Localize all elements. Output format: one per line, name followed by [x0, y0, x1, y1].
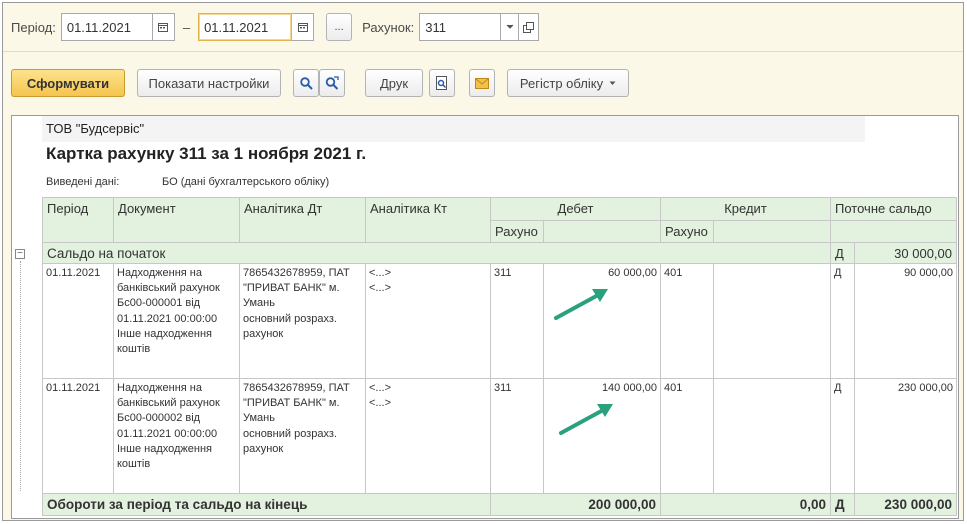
row2-document[interactable]: Надходження на банківський рахунок Бс00-00…	[114, 379, 240, 494]
search-button[interactable]	[293, 69, 319, 97]
register-menu-label: Регістр обліку	[519, 75, 604, 91]
calendar-from-button[interactable]	[152, 13, 175, 41]
row2-period: 01.11.2021	[42, 379, 114, 494]
date-to-input[interactable]: 01.11.2021	[198, 13, 293, 41]
col-header-balance: Поточне сальдо	[831, 197, 957, 221]
send-email-button[interactable]	[469, 69, 495, 97]
annotation-arrow-icon	[554, 289, 608, 320]
col-header-debit-account: Рахуно	[491, 221, 544, 243]
period-label: Період:	[11, 19, 56, 35]
row2-credit-account: 401	[661, 379, 714, 494]
search-refresh-icon	[325, 76, 339, 90]
row1-debit-account: 311	[491, 264, 544, 379]
toolbar-divider	[3, 51, 963, 52]
col-header-debit-amount	[544, 221, 661, 243]
search-next-button[interactable]	[319, 69, 345, 97]
date-from-input[interactable]: 01.11.2021	[60, 13, 153, 41]
report-title: Картка рахунку 311 за 1 ноября 2021 г.	[46, 144, 367, 163]
totals-balance-side: Д	[831, 494, 855, 516]
register-menu-button[interactable]: Регістр обліку	[507, 69, 629, 97]
totals-debit: 200 000,00	[491, 494, 661, 516]
action-bar: Сформувати Показати настройки Друк Регіс…	[11, 67, 629, 99]
report-sheet[interactable]: ТОВ "Будсервіс" Картка рахунку 311 за 1 …	[11, 115, 959, 519]
row1-credit-amount	[714, 264, 831, 379]
search-icon	[299, 76, 313, 90]
row1-analytics-kt: <...> <...>	[366, 264, 491, 379]
row2-analytics-kt: <...> <...>	[366, 379, 491, 494]
totals-balance: 230 000,00	[855, 494, 957, 516]
col-header-analytics-dt: Аналітика Дт	[240, 197, 366, 243]
row2-balance-side: Д	[831, 379, 855, 494]
calendar-to-button[interactable]	[292, 13, 315, 41]
row2-balance-amount: 230 000,00	[855, 379, 957, 494]
open-window-icon	[523, 21, 535, 33]
col-header-debit: Дебет	[491, 197, 661, 221]
opening-balance-side: Д	[831, 243, 855, 264]
period-select-button[interactable]: ...	[326, 13, 353, 41]
totals-label: Обороти за період та сальдо на кінець	[42, 494, 491, 516]
col-header-credit: Кредит	[661, 197, 831, 221]
report-header-band	[42, 116, 865, 142]
account-dropdown-button[interactable]	[501, 13, 520, 41]
output-data-label: Виведені дані:	[46, 176, 120, 188]
output-data-value: БО (дані бухгалтерського обліку)	[162, 176, 330, 188]
col-header-analytics-kt: Аналітика Кт	[366, 197, 491, 243]
opening-balance-label: Сальдо на початок	[42, 243, 831, 264]
row2-credit-amount	[714, 379, 831, 494]
row1-period: 01.11.2021	[42, 264, 114, 379]
row1-balance-amount: 90 000,00	[855, 264, 957, 379]
row1-analytics-dt: 7865432678959, ПАТ "ПРИВАТ БАНК" м. Умань о…	[240, 264, 366, 379]
account-label: Рахунок:	[362, 19, 415, 35]
filter-bar: Період: 01.11.2021 – 01.11.2021 ... Раху…	[11, 11, 540, 43]
range-dash: –	[182, 19, 191, 35]
col-header-document: Документ	[114, 197, 240, 243]
group-tree-line	[20, 261, 21, 491]
row1-document[interactable]: Надходження на банківський рахунок Бс00-00…	[114, 264, 240, 379]
annotation-arrow-icon	[559, 404, 613, 435]
row1-balance-side: Д	[831, 264, 855, 379]
totals-credit: 0,00	[661, 494, 831, 516]
row1-credit-account: 401	[661, 264, 714, 379]
opening-balance-amount: 30 000,00	[855, 243, 957, 264]
account-input[interactable]: 311	[419, 13, 502, 41]
group-collapse-toggle[interactable]: −	[15, 249, 25, 259]
print-button[interactable]: Друк	[365, 69, 423, 97]
col-header-period: Період	[42, 197, 114, 243]
print-preview-icon	[436, 76, 447, 90]
col-header-credit-account: Рахуно	[661, 221, 714, 243]
calendar-icon	[297, 23, 308, 32]
calendar-icon	[158, 23, 169, 32]
col-header-credit-amount	[714, 221, 831, 243]
account-open-button[interactable]	[519, 13, 540, 41]
preview-button[interactable]	[429, 69, 455, 97]
generate-button[interactable]: Сформувати	[11, 69, 125, 97]
chevron-down-icon	[506, 24, 514, 29]
chevron-down-icon	[609, 81, 616, 85]
window: Період: 01.11.2021 – 01.11.2021 ... Раху…	[2, 2, 964, 521]
row2-analytics-dt: 7865432678959, ПАТ "ПРИВАТ БАНК" м. Умань о…	[240, 379, 366, 494]
organization-name: ТОВ "Будсервіс"	[46, 121, 145, 136]
envelope-icon	[475, 77, 489, 89]
col-header-balance-sub	[831, 221, 957, 243]
show-settings-button[interactable]: Показати настройки	[137, 69, 281, 97]
row2-debit-account: 311	[491, 379, 544, 494]
